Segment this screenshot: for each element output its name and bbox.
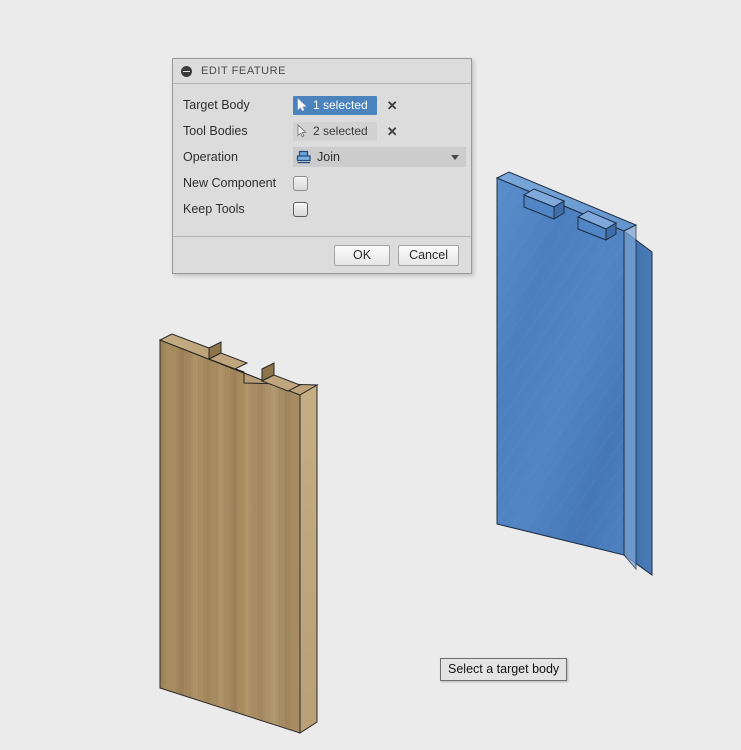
target-body-select-button[interactable]: 1 selected [293,95,377,115]
tool-bodies-select-label: 2 selected [313,124,368,138]
target-body-clear-icon[interactable]: ✕ [387,99,398,112]
row-keep-tools: Keep Tools [173,196,471,222]
target-body-control: 1 selected ✕ [293,95,461,115]
dialog-footer: OK Cancel [173,237,471,273]
operation-value: Join [317,150,340,164]
keep-tools-label: Keep Tools [183,202,245,216]
dialog-title: EDIT FEATURE [201,65,287,77]
cancel-button[interactable]: Cancel [398,244,459,266]
tool-bodies-label: Tool Bodies [183,124,248,138]
operation-dropdown[interactable]: Join [293,147,466,167]
row-new-component: New Component [173,170,471,196]
row-operation: Operation Join [173,144,471,170]
new-component-checkbox[interactable] [293,175,308,191]
chevron-down-icon[interactable] [451,154,459,160]
select-cursor-icon [297,124,307,138]
status-tooltip: Select a target body [440,658,568,681]
new-component-control [293,175,461,191]
target-body-select-label: 1 selected [313,98,368,112]
operation-label: Operation [183,150,238,164]
row-target-body: Target Body 1 selected ✕ [173,92,471,118]
edit-feature-dialog[interactable]: EDIT FEATURE Target Body 1 selected ✕ To… [172,58,472,274]
row-tool-bodies: Tool Bodies 2 selected ✕ [173,118,471,144]
wood-panel-body[interactable] [158,333,319,734]
select-cursor-icon [297,98,307,111]
keep-tools-control [293,201,461,217]
tool-bodies-control: 2 selected ✕ [293,121,461,141]
target-body-label: Target Body [183,98,250,112]
tool-bodies-clear-icon[interactable]: ✕ [387,125,398,138]
join-boolean-icon [296,150,311,163]
blue-panel-body[interactable] [495,171,653,576]
tool-bodies-select-button[interactable]: 2 selected [293,121,377,141]
new-component-label: New Component [183,176,277,190]
dialog-header[interactable]: EDIT FEATURE [173,59,471,84]
operation-control: Join [293,147,466,167]
minus-circle-icon[interactable] [181,65,192,77]
ok-button[interactable]: OK [334,244,391,266]
blue-panel-right-strip [623,224,637,571]
dialog-body: Target Body 1 selected ✕ Tool Bodies 2 s… [173,84,471,237]
wood-panel-grain [160,340,300,733]
wood-panel-right-strip [299,384,318,734]
keep-tools-checkbox[interactable] [293,201,308,217]
